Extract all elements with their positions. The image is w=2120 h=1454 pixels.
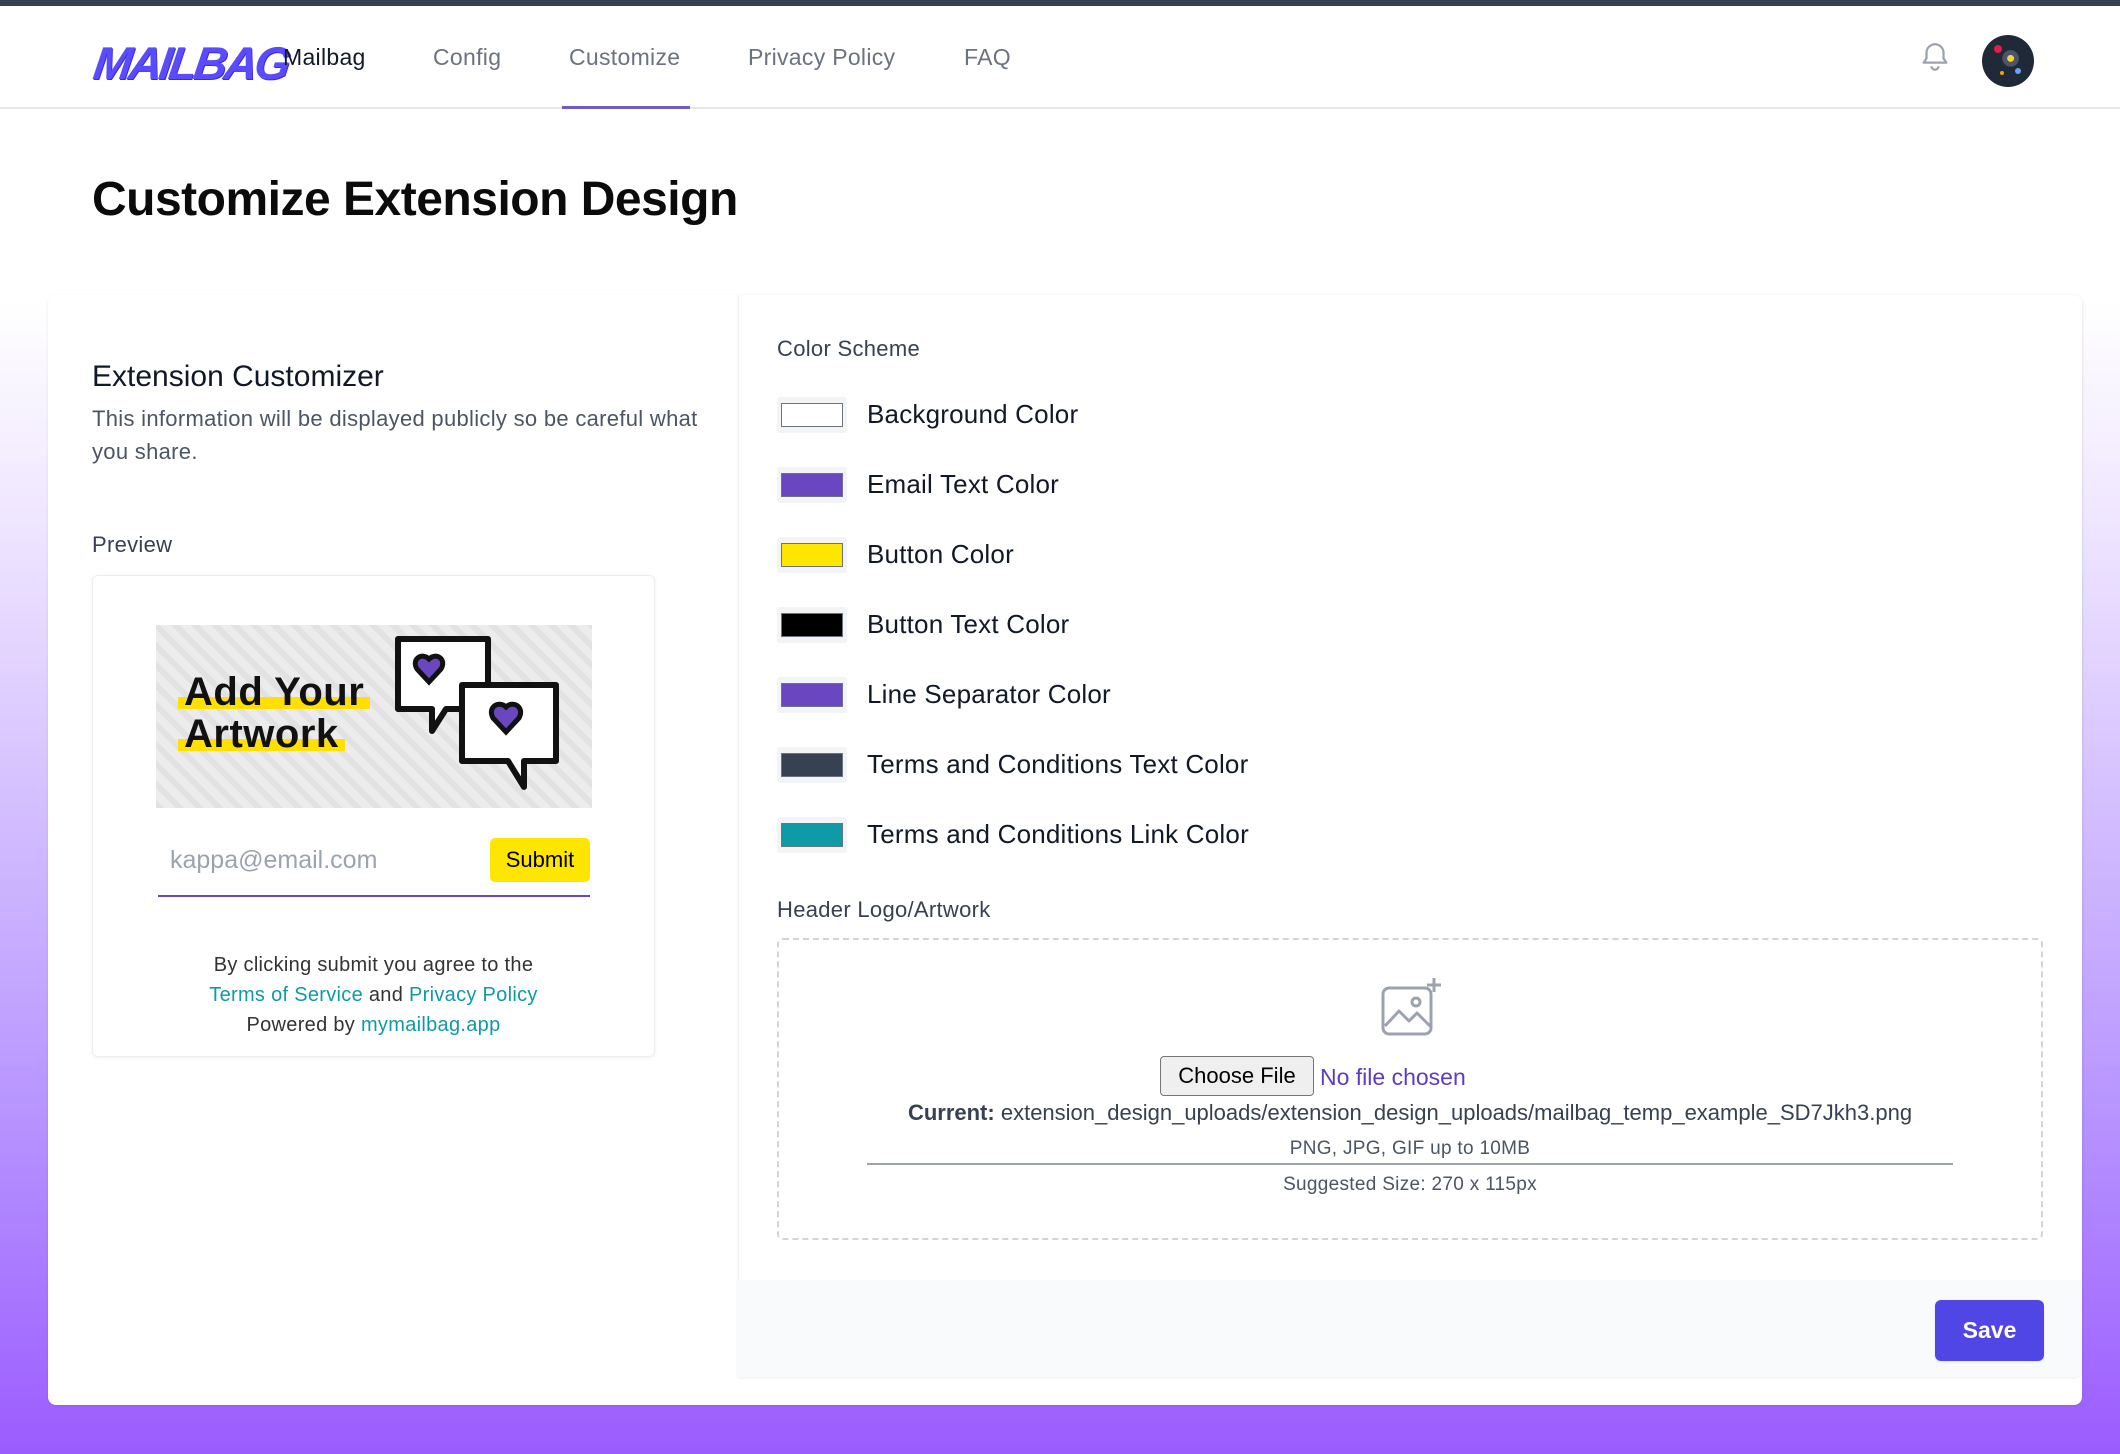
- current-file-label: Current:: [907, 1100, 995, 1125]
- nav-link-faq[interactable]: FAQ: [964, 6, 1011, 109]
- preview-label: Preview: [92, 532, 173, 557]
- color-swatch: [781, 613, 843, 637]
- terms-link-color-picker[interactable]: [777, 817, 847, 853]
- color-swatch: [781, 753, 843, 777]
- save-button[interactable]: Save: [1935, 1300, 2044, 1361]
- color-swatch: [781, 403, 843, 427]
- nav-link-customize[interactable]: Customize: [569, 6, 680, 109]
- color-label: Background Color: [867, 399, 1079, 429]
- color-label: Terms and Conditions Text Color: [867, 749, 1249, 779]
- file-format-hint: PNG, JPG, GIF up to 10MB: [1289, 1138, 1531, 1159]
- nav-hover-underline: [276, 107, 376, 109]
- nav-link-privacy-policy[interactable]: Privacy Policy: [748, 6, 895, 109]
- page-title: Customize Extension Design: [92, 173, 738, 226]
- form-footer: [738, 1280, 2082, 1377]
- email-text-color-picker[interactable]: [777, 467, 847, 503]
- background-color-picker[interactable]: [777, 397, 847, 433]
- color-label: Line Separator Color: [867, 679, 1111, 709]
- customizer-description: This information will be displayed publi…: [92, 406, 698, 464]
- bell-icon[interactable]: [1918, 38, 1952, 76]
- mailbag-logo[interactable]: MAILBAG: [90, 36, 291, 90]
- button-color-picker[interactable]: [777, 537, 847, 573]
- preview-email-input[interactable]: [158, 836, 478, 884]
- customizer-title: Extension Customizer: [92, 360, 384, 393]
- choose-file-button[interactable]: Choose File: [1160, 1056, 1314, 1096]
- color-swatch: [781, 543, 843, 567]
- header-logo-label: Header Logo/Artwork: [777, 897, 991, 922]
- nav-active-underline: [562, 106, 690, 109]
- line-separator-color-picker[interactable]: [777, 677, 847, 713]
- chat-heart-icon: [395, 636, 559, 790]
- color-swatch: [781, 473, 843, 497]
- terms-of-service-link[interactable]: Terms of Service: [209, 984, 363, 1006]
- file-status-text: No file chosen: [1320, 1064, 1466, 1090]
- top-navbar: MAILBAG Mailbag Config Customize Privacy…: [0, 6, 2120, 109]
- color-scheme-label: Color Scheme: [777, 336, 920, 361]
- artwork-text: Add Your Artwork: [177, 670, 371, 756]
- terms-and-text: and: [368, 984, 404, 1006]
- mymailbag-link[interactable]: mymailbag.app: [361, 1014, 501, 1036]
- color-label: Terms and Conditions Link Color: [867, 819, 1249, 849]
- preview-terms: By clicking submit you agree to the Term…: [92, 950, 655, 1040]
- current-file-path: extension_design_uploads/extension_desig…: [1000, 1100, 1913, 1125]
- preview-line-separator: [158, 895, 590, 897]
- color-swatch: [781, 823, 843, 847]
- color-swatch: [781, 683, 843, 707]
- nav-link-mailbag[interactable]: Mailbag: [283, 6, 366, 109]
- button-text-color-picker[interactable]: [777, 607, 847, 643]
- privacy-policy-link[interactable]: Privacy Policy: [409, 984, 538, 1006]
- preview-submit-button[interactable]: Submit: [490, 838, 590, 882]
- current-file: Current: extension_design_uploads/extens…: [867, 1100, 1953, 1126]
- color-label: Button Color: [867, 539, 1014, 569]
- terms-text-color-picker[interactable]: [777, 747, 847, 783]
- terms-text: By clicking submit you agree to the: [213, 954, 534, 976]
- suggested-size-hint: Suggested Size: 270 x 115px: [1283, 1174, 1537, 1195]
- preview-artwork: Add Your Artwork: [156, 625, 592, 808]
- color-label: Email Text Color: [867, 469, 1060, 499]
- image-add-icon: [1381, 978, 1441, 1036]
- color-label: Button Text Color: [867, 609, 1070, 639]
- hint-divider: [867, 1163, 1953, 1165]
- nav-link-config[interactable]: Config: [433, 6, 501, 109]
- powered-by-text: Powered by: [246, 1014, 356, 1036]
- avatar[interactable]: [1982, 35, 2034, 87]
